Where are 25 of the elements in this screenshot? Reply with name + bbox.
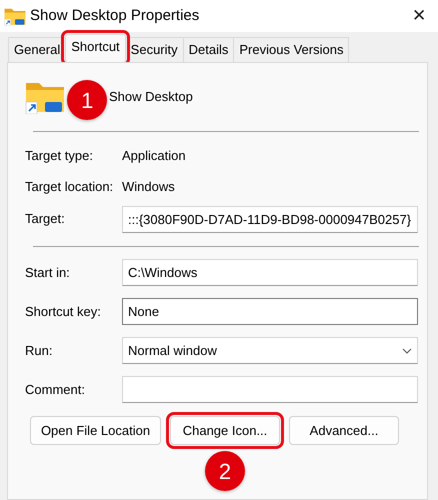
window-title: Show Desktop Properties [30, 6, 200, 26]
field-label: Shortcut key: [25, 302, 102, 321]
action-button[interactable]: Advanced... [289, 416, 399, 445]
field-label: Start in: [25, 264, 71, 282]
tab[interactable]: General [8, 36, 66, 62]
target-field[interactable]: :::{3080F90D-D7AD-11D9-BD98-0000947B0257} [122, 206, 418, 232]
text-field[interactable]: C:\Windows [122, 259, 418, 286]
folder-shortcut-icon [4, 7, 26, 26]
field-label: Comment: [25, 380, 86, 399]
run-dropdown[interactable]: Normal window [122, 337, 418, 364]
action-button[interactable]: Open File Location [30, 416, 161, 445]
field-value: Windows [122, 178, 175, 196]
folder-shortcut-icon [25, 80, 65, 114]
field-label: Run: [25, 342, 54, 360]
tab[interactable]: Security [124, 36, 184, 62]
field-label: Target type: [25, 146, 94, 165]
field-label: Target: [25, 210, 66, 228]
text-field[interactable] [122, 376, 418, 403]
field-label: Target location: [25, 178, 114, 196]
text-field[interactable]: None [122, 298, 418, 325]
tab[interactable]: Previous Versions [233, 36, 350, 62]
chevron-down-icon [402, 348, 412, 354]
shortcut-name: Show Desktop [109, 88, 193, 106]
field-value: Application [122, 146, 186, 165]
close-button[interactable]: ✕ [404, 3, 434, 29]
